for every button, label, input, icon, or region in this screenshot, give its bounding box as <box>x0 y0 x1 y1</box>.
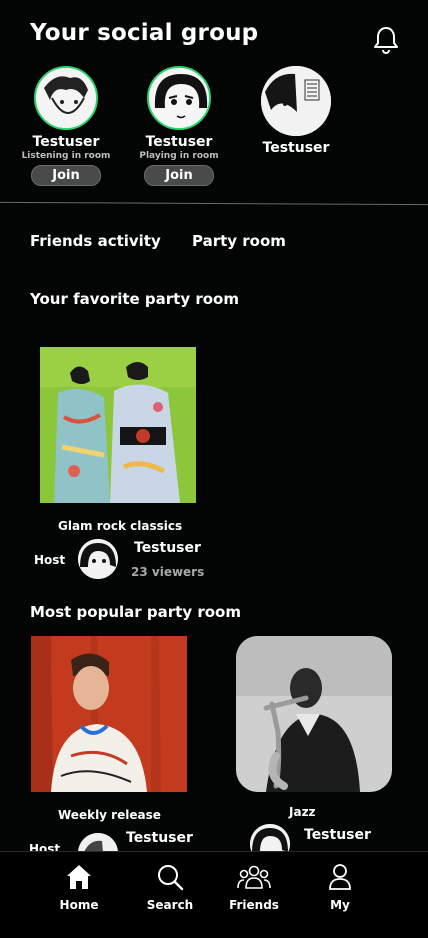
nav-friends[interactable]: Friends <box>214 862 294 912</box>
bottom-nav: Home Search Friends My <box>0 851 428 938</box>
host-label: Host <box>34 553 66 567</box>
room-cover[interactable] <box>236 636 392 792</box>
nav-label: Friends <box>229 898 279 912</box>
room-cover[interactable] <box>40 347 196 503</box>
bell-icon[interactable] <box>370 24 402 56</box>
user-icon <box>329 864 351 890</box>
page-title: Your social group <box>30 20 259 46</box>
nav-label: Search <box>146 898 194 912</box>
friend-name: Testuser <box>262 140 330 156</box>
host-name: Testuser <box>134 540 201 556</box>
nav-home[interactable]: Home <box>39 862 119 912</box>
nav-label: Home <box>59 898 99 912</box>
friend-avatar[interactable] <box>147 66 211 130</box>
host-name: Testuser <box>126 830 193 846</box>
friend-avatar[interactable] <box>261 66 331 136</box>
friend-card[interactable]: Testuser Listening in room Join <box>6 66 126 186</box>
friend-avatar[interactable] <box>34 66 98 130</box>
join-button[interactable]: Join <box>31 165 101 186</box>
room-cover[interactable] <box>31 636 187 792</box>
friend-name: Testuser <box>32 134 100 150</box>
home-icon <box>67 865 91 889</box>
favorite-heading: Your favorite party room <box>30 290 239 308</box>
search-icon <box>158 865 184 891</box>
friend-card[interactable]: Testuser Playing in room Join <box>119 66 239 186</box>
viewer-count: 23 viewers <box>131 565 205 579</box>
nav-search[interactable]: Search <box>130 862 210 912</box>
divider <box>0 201 428 206</box>
friends-icon <box>237 865 271 889</box>
nav-label: My <box>330 898 350 912</box>
room-title: Glam rock classics <box>58 519 183 533</box>
host-name: Testuser <box>304 827 371 843</box>
friend-name: Testuser <box>145 134 213 150</box>
tab-friends-activity[interactable]: Friends activity <box>30 232 161 250</box>
room-title: Jazz <box>289 805 316 819</box>
room-title: Weekly release <box>58 808 161 822</box>
friend-status: Playing in room <box>139 151 219 161</box>
tab-party-room[interactable]: Party room <box>192 232 286 250</box>
popular-heading: Most popular party room <box>30 603 241 621</box>
friend-card[interactable]: Testuser <box>236 66 356 156</box>
join-button[interactable]: Join <box>144 165 214 186</box>
friend-status: Listening in room <box>21 151 111 161</box>
nav-my[interactable]: My <box>300 862 380 912</box>
host-avatar[interactable] <box>78 539 118 579</box>
